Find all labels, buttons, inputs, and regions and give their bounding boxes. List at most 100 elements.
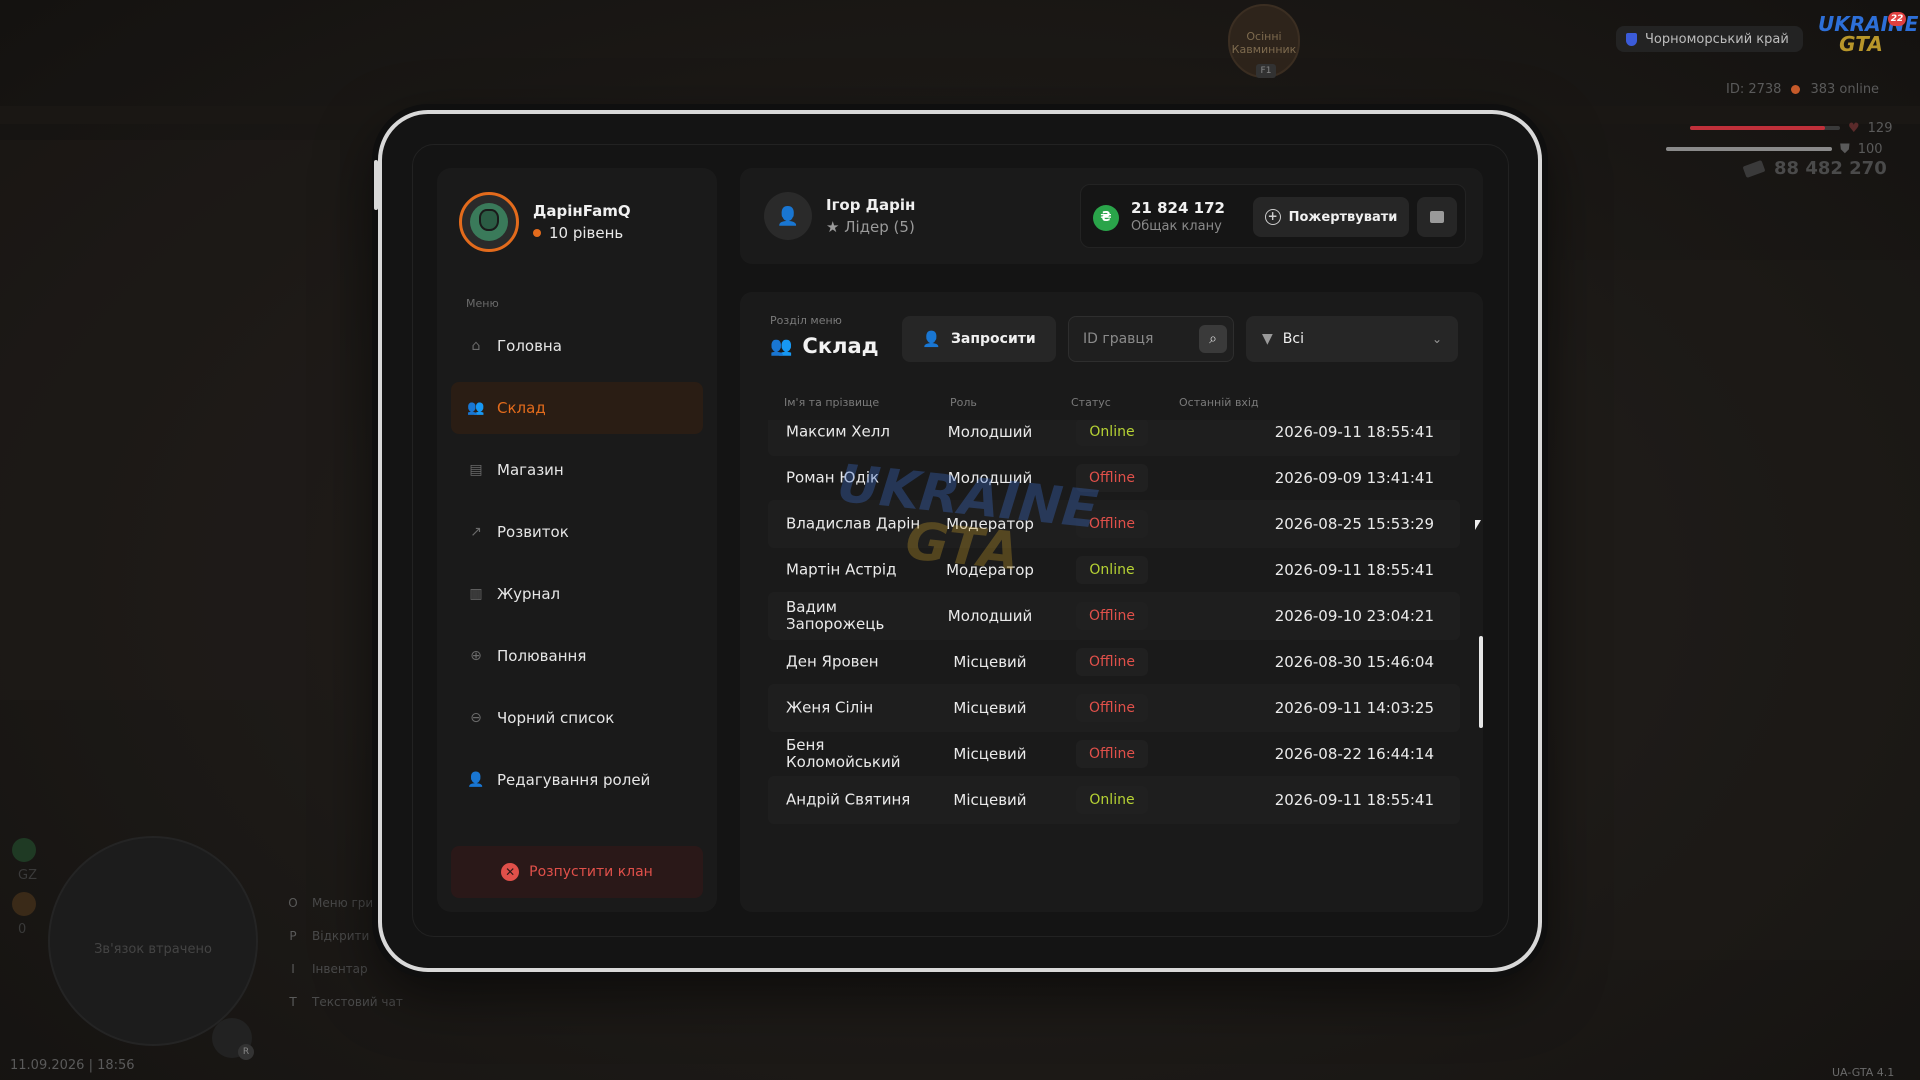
last-login: 2026-08-25 15:53:29 (1274, 515, 1434, 533)
sidebar-item-edit-roles[interactable]: 👤 Редагування ролей (451, 754, 703, 806)
status-badge: Offline (1076, 740, 1148, 768)
status-badge: Online (1076, 420, 1148, 446)
scene-wall-right (1560, 260, 1920, 960)
member-role: Модератор (946, 515, 1034, 533)
last-login: 2026-08-30 15:46:04 (1274, 653, 1434, 671)
sidebar-item-label: Чорний список (497, 709, 615, 727)
section-label: Розділ меню (770, 314, 842, 327)
connection-lost-text: Зв'язок втрачено (94, 942, 212, 957)
member-role: Місцевий (953, 791, 1027, 809)
hint-key: I (291, 961, 295, 976)
money-display: 88 482 270 (1742, 158, 1887, 179)
clan-funds: ₴ 21 824 172 Общак клану + Пожертвувати (1080, 184, 1466, 248)
page-title-text: Склад (802, 334, 879, 358)
table-row[interactable]: Женя Сілін Місцевий Offline 2026-09-11 14:0… (768, 684, 1460, 732)
hryvnia-coin-icon: ₴ (1093, 205, 1119, 231)
member-table: Максим Хелл Молодший Online 2026-09-11 18:5… (768, 420, 1460, 912)
table-row[interactable]: Андрій Святиня Місцевий Online 2026-09-11 1… (768, 776, 1460, 824)
sidebar-item-blacklist[interactable]: ⊖ Чорний список (451, 692, 703, 744)
crosshair-icon: ⊕ (470, 648, 482, 664)
scrollbar[interactable] (1479, 636, 1483, 728)
donate-button[interactable]: + Пожертвувати (1253, 197, 1409, 237)
server-name: Чорноморський край (1645, 31, 1789, 47)
sidebar-item-hunting[interactable]: ⊕ Полювання (451, 630, 703, 682)
mouse-cursor-icon (1475, 520, 1481, 530)
hint-key: T (289, 994, 297, 1009)
clan-level: 10 рівень (533, 224, 631, 242)
search-button[interactable]: ⌕ (1199, 325, 1227, 353)
minimap: Зв'язок втрачено (48, 836, 258, 1046)
health-value: 129 (1867, 120, 1893, 136)
table-row[interactable]: Мартін Астрід Модератор Online 2026-09-11 1… (768, 546, 1460, 594)
column-role: Роль (950, 396, 977, 409)
sidebar-item-journal[interactable]: ▥ Журнал (451, 568, 703, 620)
member-role: Молодший (947, 423, 1033, 441)
donate-label: Пожертвувати (1288, 209, 1398, 225)
column-name: Ім'я та прізвище (784, 396, 880, 409)
people-icon: 👥 (770, 335, 793, 357)
star-icon: ★ (826, 218, 845, 236)
last-login: 2026-09-11 18:55:41 (1274, 423, 1434, 441)
filter-icon: ▼ (1262, 331, 1273, 347)
invite-button[interactable]: 👤 Запросити (902, 316, 1056, 362)
funds-amount: 21 824 172 (1131, 199, 1225, 217)
last-login: 2026-09-09 13:41:41 (1274, 469, 1434, 487)
last-login: 2026-08-22 16:44:14 (1274, 745, 1434, 763)
health-row: ♥ 129 (1690, 120, 1910, 136)
status-badge: Online (1076, 786, 1148, 814)
armor-row: ⛊ 100 (1666, 142, 1886, 157)
shop-basket-icon: ▤ (469, 462, 483, 478)
shield-icon (1626, 32, 1637, 46)
server-badge: Чорноморський край (1616, 26, 1803, 52)
player-search: ⌕ (1068, 316, 1234, 362)
table-row[interactable]: Вадим Запорожець Молодший Offline 2026-09-1… (768, 592, 1460, 640)
storage-box-button[interactable] (1417, 197, 1457, 237)
status-badge: Offline (1076, 602, 1148, 630)
money-icon (1742, 159, 1766, 178)
table-row[interactable]: Максим Хелл Молодший Online 2026-09-11 18:5… (768, 420, 1460, 456)
close-circle-icon: ✕ (501, 863, 520, 881)
mic-key: R (238, 1044, 254, 1060)
hint-label: Текстовий чат (312, 994, 403, 1009)
status-filter-dropdown[interactable]: ▼ Всі ⌄ (1246, 316, 1458, 362)
last-login: 2026-09-11 14:03:25 (1274, 699, 1434, 717)
leader-name: Ігор Дарін (826, 196, 916, 214)
money-value: 88 482 270 (1774, 158, 1887, 179)
table-row[interactable]: Роман Юдік Молодший Offline 2026-09-09 13:4… (768, 454, 1460, 502)
page-title: 👥 Склад (770, 334, 879, 358)
event-badge-text: Осінні Кавминник (1231, 30, 1297, 56)
sidebar-item-development[interactable]: ↗ Розвиток (451, 506, 703, 558)
dissolve-clan-button[interactable]: ✕ Розпустити клан (451, 846, 703, 898)
logo-level-badge: 22 (1888, 12, 1906, 26)
sidebar-item-label: Склад (497, 399, 546, 417)
leader-avatar-icon: 👤 (764, 192, 812, 240)
sidebar-item-shop[interactable]: ▤ Магазин (451, 444, 703, 496)
sidebar-item-home[interactable]: ⌂ Головна (451, 320, 703, 372)
hint-key: O (288, 895, 298, 910)
hint-item: I Інвентар (286, 952, 403, 985)
sidebar-item-label: Полювання (497, 647, 587, 665)
table-row[interactable]: Беня Коломойський Місцевий Offline 2026-08-… (768, 730, 1460, 778)
last-login: 2026-09-11 18:55:41 (1274, 791, 1434, 809)
clan-header: 👤 Ігор Дарін ★ Лідер (5) ₴ 21 824 172 Об… (740, 168, 1483, 264)
table-row[interactable]: Ден Яровен Місцевий Offline 2026-08-30 15:4… (768, 638, 1460, 686)
table-row[interactable]: Владислав Дарін Модератор Offline 2026-08-2… (768, 500, 1460, 548)
sidebar-item-roster[interactable]: 👥 Склад (451, 382, 703, 434)
column-status: Статус (1071, 396, 1111, 409)
chevron-down-icon: ⌄ (1431, 332, 1442, 346)
clan-profile: ДарінFamQ 10 рівень (459, 192, 631, 252)
member-role: Місцевий (953, 653, 1027, 671)
plus-circle-icon: + (1264, 209, 1281, 225)
leader-role: ★ Лідер (5) (826, 218, 915, 236)
home-icon: ⌂ (471, 338, 481, 354)
people-icon: 👥 (467, 400, 485, 416)
player-id: ID: 2738 (1726, 82, 1782, 97)
member-role: Молодший (947, 469, 1033, 487)
hint-item: T Текстовий чат (286, 985, 403, 1018)
sidebar-menu: ⌂ Головна 👥 Склад ▤ Магазин ↗ Розвиток ▥ Журн… (451, 320, 703, 816)
dissolve-clan-label: Розпустити клан (529, 864, 653, 880)
status-orange-icon (12, 892, 36, 916)
chart-icon: ↗ (470, 524, 482, 540)
tablet-button (456, 104, 494, 108)
search-input[interactable] (1083, 317, 1193, 361)
